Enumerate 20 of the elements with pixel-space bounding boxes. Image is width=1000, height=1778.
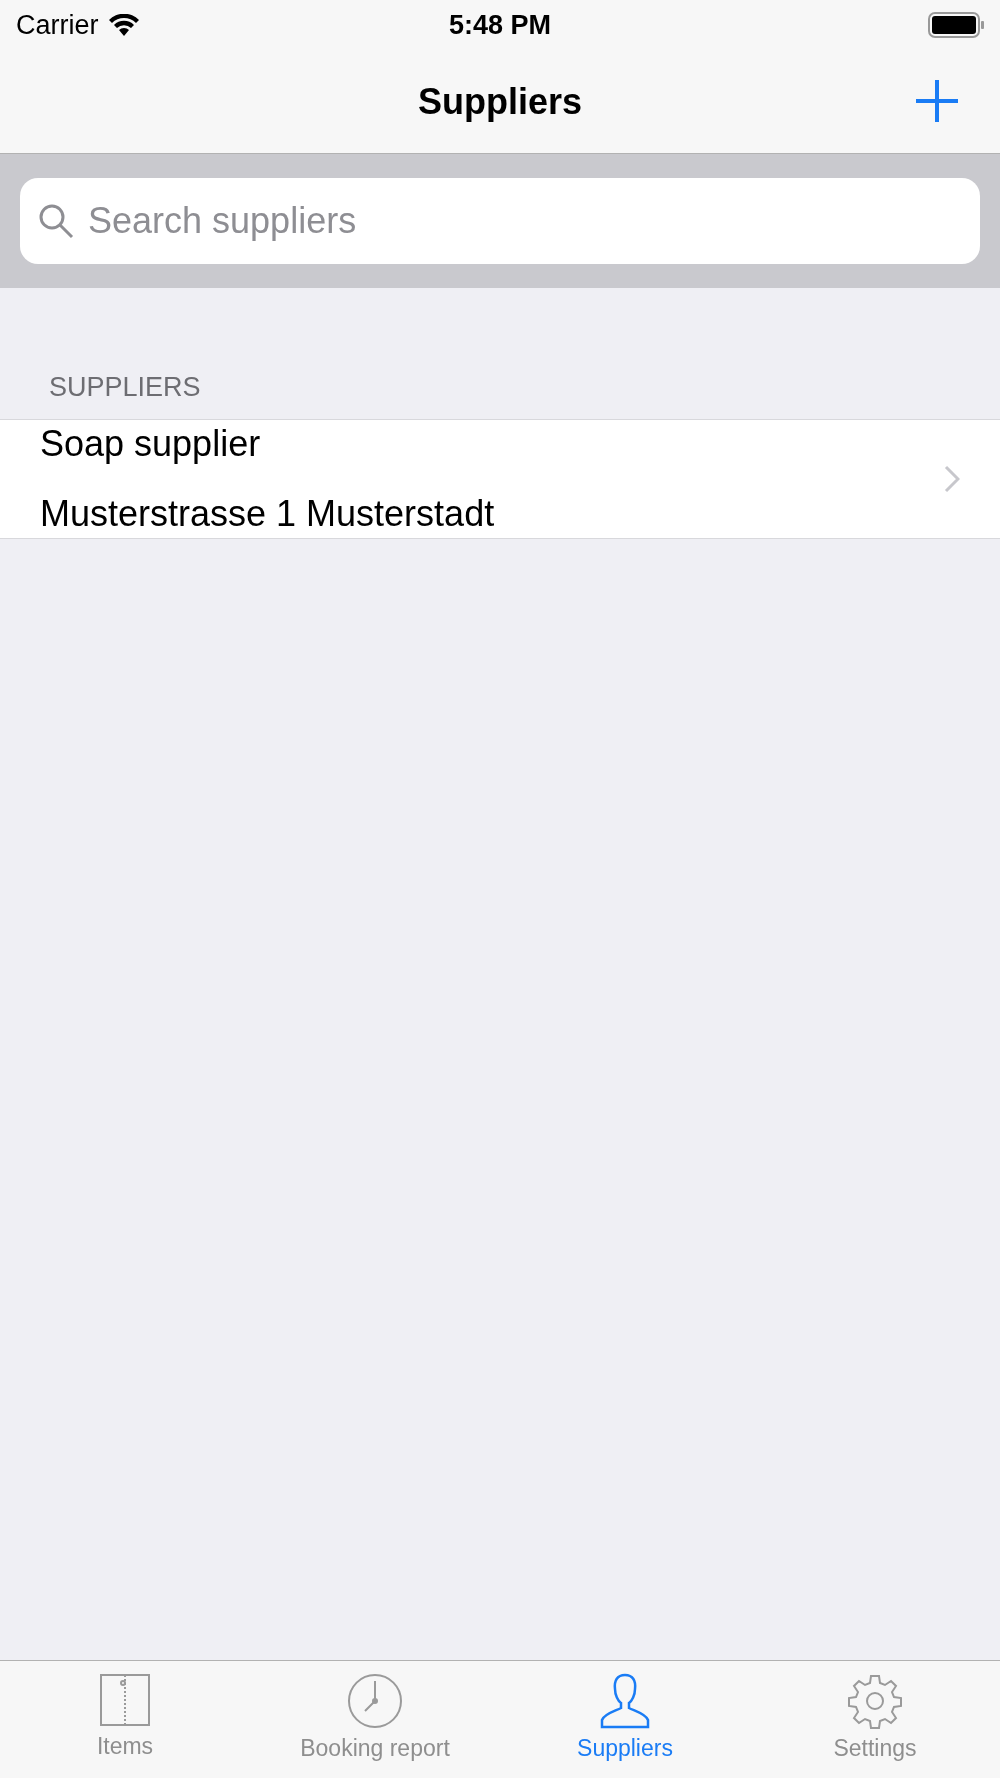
tab-item[interactable]: Suppliers bbox=[500, 1661, 750, 1778]
book-icon bbox=[99, 1673, 151, 1727]
section-header: SUPPLIERS bbox=[48, 371, 202, 404]
settings-icon bbox=[847, 1673, 903, 1729]
clock-icon bbox=[347, 1673, 403, 1729]
tab-item[interactable]: Settings bbox=[750, 1661, 1000, 1778]
supplier-name: Soap supplier bbox=[40, 423, 262, 465]
chevron-icon bbox=[944, 465, 960, 493]
tab-item[interactable]: Booking report bbox=[250, 1661, 500, 1778]
search-icon bbox=[38, 203, 74, 239]
carrier-label: Carrier bbox=[16, 9, 99, 41]
wifi-icon bbox=[108, 14, 139, 36]
tab-item[interactable]: Items bbox=[0, 1661, 250, 1778]
person-icon bbox=[600, 1673, 650, 1729]
search-field[interactable]: Search suppliers bbox=[20, 178, 980, 264]
supplier-address: Musterstrasse 1 Musterstadt bbox=[40, 493, 496, 535]
nav-title: Suppliers bbox=[417, 80, 582, 123]
status-time: 5:48 PM bbox=[448, 9, 551, 41]
supplier-row[interactable]: Soap supplier Musterstrasse 1 Musterstadt bbox=[0, 419, 1000, 539]
battery-icon bbox=[928, 12, 984, 38]
